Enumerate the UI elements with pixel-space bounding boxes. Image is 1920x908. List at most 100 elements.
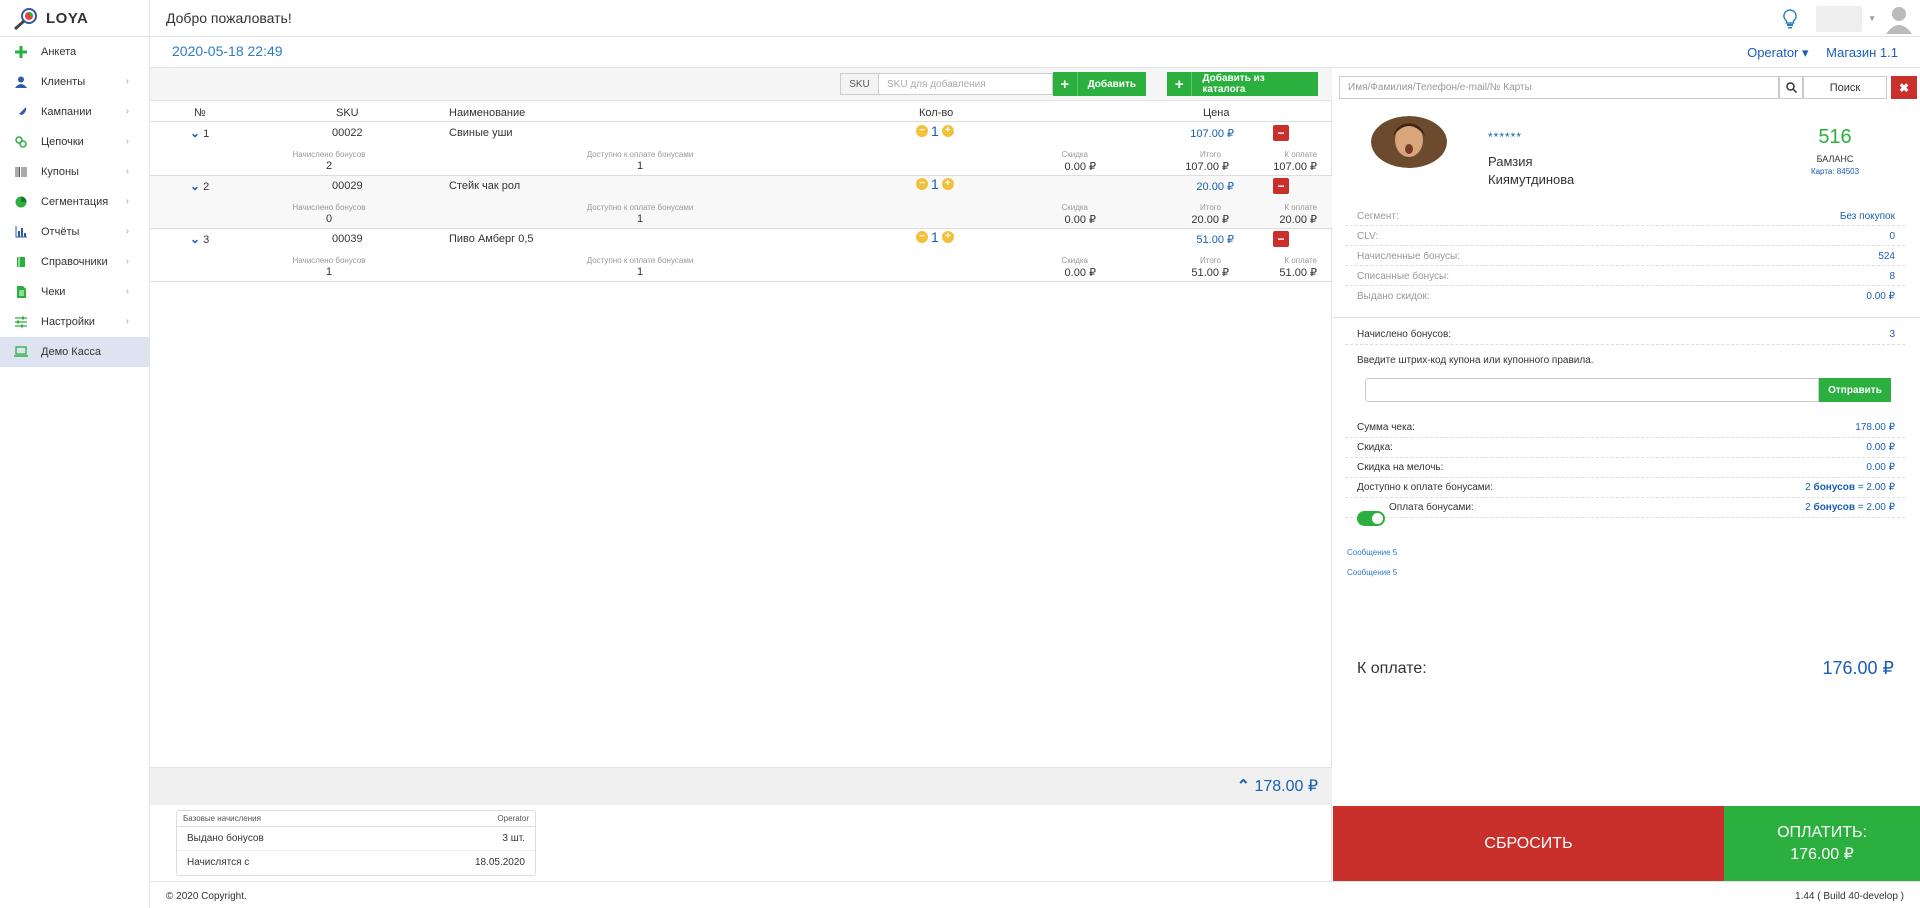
info-row: Начисленные бонусы: 524 (1345, 246, 1905, 266)
card-number[interactable]: Карта: 84503 (1783, 167, 1887, 176)
info-row: Сегмент: Без покупок (1345, 206, 1905, 226)
row-discount: 0.00 ₽ (1064, 214, 1096, 226)
sidebar-item-label: Отчёты (41, 226, 80, 238)
sidebar-item-chains[interactable]: Цепочки › (0, 127, 149, 157)
bonus-earned-row: Начислено бонусов: 3 (1345, 325, 1905, 345)
reset-button[interactable]: СБРОСИТЬ (1333, 806, 1724, 882)
loya-logo-icon (12, 7, 40, 31)
row-total: 51.00 ₽ (1191, 267, 1229, 279)
operator-dropdown[interactable]: Operator ▾ (1747, 45, 1808, 60)
plus-icon[interactable]: + (941, 125, 954, 137)
user-name-blurred[interactable] (1816, 5, 1863, 32)
to-pay-label: К оплате: (1357, 660, 1427, 677)
sidebar-item-reports[interactable]: Отчёты › (0, 217, 149, 247)
plus-icon[interactable]: + (941, 178, 954, 190)
row-name: Пиво Амберг 0,5 (449, 233, 534, 245)
minus-icon[interactable]: − (916, 231, 928, 243)
row-price[interactable]: 20.00 ₽ (1196, 180, 1234, 193)
bonus-available: 1 (636, 213, 644, 225)
base-row: Выдано бонусов 3 шт. (177, 827, 535, 851)
pie-chart-icon (14, 195, 28, 209)
chevron-right-icon: › (125, 76, 129, 87)
search-button[interactable]: Поиск (1803, 76, 1887, 99)
rocket-icon (14, 105, 28, 119)
col-qty: Кол-во (919, 107, 954, 119)
base-accruals-box: Базовые начисления Operator Выдано бонус… (176, 810, 536, 876)
row-to-pay: 20.00 ₽ (1279, 214, 1317, 226)
sidebar-item-settings[interactable]: Настройки › (0, 307, 149, 337)
row-sku: 00029 (332, 180, 363, 192)
sidebar-item-receipts[interactable]: Чеки › (0, 277, 149, 307)
sidebar-item-coupons[interactable]: Купоны › (0, 157, 149, 187)
sidebar-item-clients[interactable]: Клиенты › (0, 67, 149, 97)
row-expand[interactable]: ⌄ 3 (190, 232, 209, 246)
operator-store: Operator ▾ Магазин 1.1 (1733, 45, 1898, 61)
divider (1333, 317, 1920, 318)
bonus-earned: 2 (325, 160, 333, 172)
close-icon[interactable]: ✖ (1891, 76, 1917, 99)
store-link[interactable]: Магазин 1.1 (1826, 45, 1898, 60)
sidebar-item-label: Демо Касса (41, 346, 101, 358)
plus-icon (14, 45, 28, 59)
row-expand[interactable]: ⌄ 1 (190, 126, 209, 140)
message-link[interactable]: Сообщение 5 (1347, 568, 1397, 577)
chevron-down-icon[interactable]: ▼ (1868, 14, 1876, 23)
col-price: Цена (1203, 107, 1230, 119)
bonus-earned: 1 (325, 266, 333, 278)
sidebar-item-dictionaries[interactable]: Справочники › (0, 247, 149, 277)
pay-button[interactable]: ОПЛАТИТЬ: 176.00 ₽ (1724, 806, 1920, 882)
welcome-text: Добро пожаловать! (166, 10, 292, 26)
sku-input[interactable]: SKU для добавления (879, 73, 1053, 95)
search-icon[interactable] (1779, 76, 1803, 99)
minus-icon[interactable]: − (916, 125, 928, 137)
table-row: ⌄ 3 00039 Пиво Амберг 0,5 − 1 + 51.00 ₽ … (150, 229, 1332, 282)
row-expand[interactable]: ⌄ 2 (190, 179, 209, 193)
customer-info: Сегмент: Без покупок CLV: 0 Начисленные бо… (1345, 206, 1905, 306)
delete-row-button[interactable]: − (1273, 231, 1289, 247)
pay-with-bonus-toggle[interactable] (1357, 511, 1385, 526)
sub-header: 2020-05-18 22:49 Operator ▾ Магазин 1.1 (150, 37, 1920, 68)
discount-row: Скидка: 0.00 ₽ (1345, 438, 1905, 458)
message-link[interactable]: Сообщение 5 (1347, 548, 1397, 557)
coupon-input[interactable] (1365, 378, 1819, 402)
customer-search-input[interactable]: Имя/Фамилия/Телефон/e-mail/№ Карты (1339, 76, 1779, 99)
add-from-catalog-button[interactable]: + Добавить из каталога (1167, 72, 1318, 96)
chevron-down-icon: ⌄ (190, 179, 201, 193)
sidebar-item-campaigns[interactable]: Кампании › (0, 97, 149, 127)
total-bar[interactable]: ⌃ 178.00 ₽ (150, 767, 1332, 805)
chevron-right-icon: › (125, 286, 129, 297)
sidebar-item-label: Клиенты (41, 76, 86, 88)
delete-row-button[interactable]: − (1273, 125, 1289, 141)
customer-panel: Имя/Фамилия/Телефон/e-mail/№ Карты Поиск… (1333, 68, 1920, 805)
row-price[interactable]: 51.00 ₽ (1196, 233, 1234, 246)
send-coupon-button[interactable]: Отправить (1819, 378, 1891, 402)
brand[interactable]: LOYA (0, 0, 150, 37)
avatar-icon[interactable] (1884, 4, 1914, 34)
row-to-pay: 107.00 ₽ (1273, 161, 1317, 173)
sidebar-item-label: Чеки (41, 286, 66, 298)
sliders-icon (14, 315, 28, 329)
sidebar-item-segmentation[interactable]: Сегментация › (0, 187, 149, 217)
base-row: Начислятся с 18.05.2020 (187, 857, 525, 868)
chevron-down-icon: ⌄ (190, 126, 201, 140)
sku-label: SKU (840, 73, 879, 95)
qty-stepper: − 1 + (916, 176, 954, 192)
lightbulb-icon[interactable] (1780, 7, 1800, 31)
bar-chart-icon (14, 225, 28, 239)
sidebar-item-label: Купоны (41, 166, 79, 178)
link-icon (14, 135, 28, 149)
receipt-panel: SKU SKU для добавления + Добавить + Доба… (150, 68, 1332, 881)
delete-row-button[interactable]: − (1273, 178, 1289, 194)
plus-icon[interactable]: + (941, 231, 954, 243)
change-discount-row: Скидка на мелочь: 0.00 ₽ (1345, 458, 1905, 478)
sidebar-item-anketa[interactable]: Анкета (0, 37, 149, 67)
row-to-pay: 51.00 ₽ (1279, 267, 1317, 279)
balance-value: 516 (1818, 126, 1852, 148)
receipt-total: ⌃ 178.00 ₽ (1236, 778, 1318, 795)
minus-icon[interactable]: − (916, 178, 928, 190)
sidebar-item-demo-kassa[interactable]: Демо Касса (0, 337, 149, 367)
table-row: ⌄ 1 00022 Свиные уши − 1 + 107.00 ₽ − На… (150, 123, 1332, 176)
row-price[interactable]: 107.00 ₽ (1190, 127, 1234, 140)
customer-name: Рамзия Киямутдинова (1488, 154, 1575, 187)
add-button[interactable]: + Добавить (1053, 72, 1146, 96)
